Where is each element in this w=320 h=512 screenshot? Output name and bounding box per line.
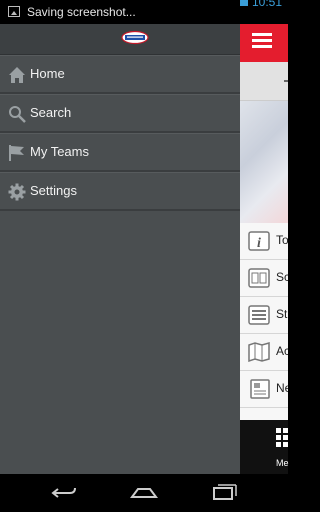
- drawer-item-label: Settings: [30, 183, 77, 198]
- gear-icon: [8, 183, 26, 201]
- list-item[interactable]: Sc: [240, 260, 288, 297]
- flag-icon: [9, 145, 24, 161]
- drawer-item-label: Home: [30, 66, 65, 81]
- list-item[interactable]: St: [240, 297, 288, 334]
- recent-apps-icon[interactable]: [210, 483, 238, 503]
- list-item-label: St: [276, 307, 288, 321]
- menu-grid-icon[interactable]: [276, 428, 288, 448]
- drawer-item-home[interactable]: Home: [0, 55, 240, 94]
- hamburger-icon-line: [252, 39, 272, 42]
- battery-icon: [240, 0, 248, 6]
- hamburger-icon-line: [252, 33, 272, 36]
- map-icon: [248, 342, 270, 362]
- app-logo: [121, 30, 149, 45]
- list-item-label: Sc: [276, 270, 288, 284]
- notification-text: Saving screenshot...: [27, 5, 136, 19]
- info-icon: i: [248, 231, 270, 251]
- main-content: i To Sc St Ac N: [240, 24, 288, 474]
- clock: 10:51: [251, 0, 282, 9]
- home-button-icon[interactable]: [130, 483, 158, 503]
- list-item[interactable]: Ac: [240, 334, 288, 371]
- sub-header-mark: [284, 80, 288, 82]
- search-icon: [9, 106, 26, 123]
- drawer-item-my-teams[interactable]: My Teams: [0, 133, 240, 172]
- news-icon: [250, 379, 270, 399]
- home-icon: [9, 67, 25, 83]
- tab-label: Me: [276, 458, 289, 468]
- banner-image: [240, 101, 288, 223]
- drawer-item-settings[interactable]: Settings: [0, 172, 240, 211]
- svg-text:i: i: [257, 236, 261, 251]
- hamburger-icon-line: [252, 45, 272, 48]
- status-bar: Saving screenshot... 10:51: [0, 0, 288, 24]
- menu-button[interactable]: [252, 33, 272, 49]
- bottom-tab-bar: Me: [240, 420, 289, 474]
- list-icon: [248, 305, 270, 325]
- drawer-item-label: Search: [30, 105, 72, 120]
- list-item-label: Ne: [276, 381, 288, 395]
- sub-header: [240, 62, 288, 101]
- drawer-item-label: My Teams: [30, 144, 89, 159]
- list-item-label: Ac: [276, 344, 288, 358]
- list-item-label: To: [276, 233, 288, 247]
- scoreboard-icon: [248, 268, 270, 288]
- drawer-header: [0, 24, 240, 55]
- system-nav-bar: [0, 474, 288, 512]
- navigation-drawer: Home Search My Teams Settings: [0, 24, 240, 474]
- list-item[interactable]: i To: [240, 223, 288, 260]
- drawer-item-search[interactable]: Search: [0, 94, 240, 133]
- list-item[interactable]: Ne: [240, 371, 288, 408]
- app-toolbar: [240, 24, 288, 62]
- screenshot-notification-icon: [8, 6, 20, 17]
- back-icon[interactable]: [50, 483, 78, 503]
